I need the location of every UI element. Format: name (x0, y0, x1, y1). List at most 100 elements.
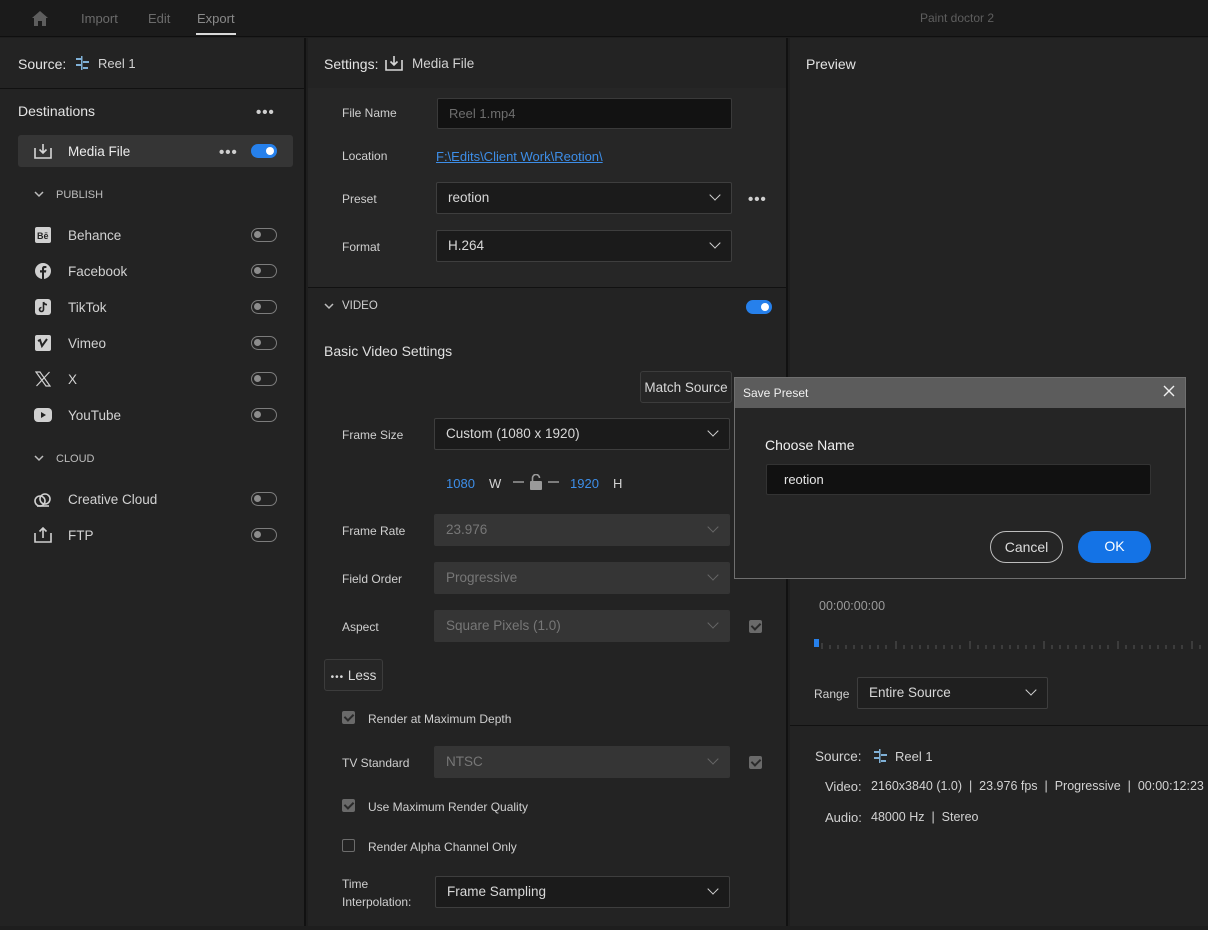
home-icon[interactable] (31, 10, 49, 27)
behance-label: Behance (68, 228, 122, 243)
behance-toggle[interactable] (251, 228, 277, 242)
tab-edit[interactable]: Edit (148, 11, 170, 26)
more-icon[interactable]: ••• (256, 104, 275, 121)
frame-size-label: Frame Size (342, 428, 404, 442)
save-preset-dialog: Save Preset Choose Name reotion Cancel O… (734, 377, 1186, 579)
ok-button[interactable]: OK (1078, 531, 1151, 563)
file-name-label: File Name (342, 106, 397, 120)
aspect-match-checkbox[interactable] (749, 620, 762, 633)
location-link[interactable]: F:\Edits\Client Work\Reotion\ (436, 149, 603, 164)
aspect-select[interactable]: Square Pixels (1.0) (434, 610, 730, 642)
project-title: Paint doctor 2 (920, 11, 995, 25)
media-file-more-icon[interactable]: ••• (219, 144, 238, 161)
x-label: X (68, 372, 78, 387)
chevron-down-icon[interactable] (34, 453, 44, 463)
tiktok-label: TikTok (68, 300, 107, 315)
chevron-down-icon (707, 569, 719, 581)
video-section-title: VIDEO (342, 300, 378, 312)
divider (308, 287, 786, 288)
chevron-down-icon[interactable] (324, 301, 334, 311)
export-icon (385, 56, 403, 71)
field-order-select[interactable]: Progressive (434, 562, 730, 594)
tv-standard-value: NTSC (446, 754, 483, 769)
time-interpolation-select[interactable]: Frame Sampling (435, 876, 730, 908)
preview-source-label: Source: (815, 749, 862, 764)
max-render-quality-checkbox[interactable] (342, 799, 355, 812)
chevron-down-icon (707, 617, 719, 629)
frame-rate-value: 23.976 (446, 522, 488, 537)
sequence-icon (874, 749, 887, 763)
height-value[interactable]: 1920 (570, 476, 599, 491)
close-icon[interactable] (1162, 384, 1176, 398)
format-select[interactable]: H.264 (436, 230, 732, 262)
less-button[interactable]: ••• Less (324, 659, 383, 691)
time-interpolation-label-line1: Time (342, 877, 369, 891)
behance-icon: Bē (35, 227, 51, 243)
source-name: Reel 1 (98, 56, 136, 71)
tv-standard-select[interactable]: NTSC (434, 746, 730, 778)
tiktok-toggle[interactable] (251, 300, 277, 314)
chevron-down-icon (707, 883, 719, 895)
source-label: Source: (18, 56, 67, 72)
export-icon (34, 144, 52, 159)
frame-size-select[interactable]: Custom (1080 x 1920) (434, 418, 730, 450)
chevron-down-icon[interactable] (34, 189, 44, 199)
frame-rate-select[interactable]: 23.976 (434, 514, 730, 546)
vimeo-toggle[interactable] (251, 336, 277, 350)
file-name-input[interactable]: Reel 1.mp4 (437, 98, 732, 129)
frame-rate-label: Frame Rate (342, 524, 406, 538)
tab-import[interactable]: Import (81, 11, 118, 26)
tv-standard-match-checkbox[interactable] (749, 756, 762, 769)
preview-source-name: Reel 1 (895, 749, 933, 764)
video-info-value: 2160x3840 (1.0) | 23.976 fps | Progressi… (871, 779, 1204, 793)
facebook-icon (35, 263, 51, 279)
cancel-button[interactable]: Cancel (990, 531, 1063, 563)
chevron-down-icon (709, 237, 721, 249)
x-icon (35, 371, 51, 387)
time-interpolation-label-line2: Interpolation: (342, 895, 412, 909)
chevron-down-icon (1025, 684, 1037, 696)
render-max-depth-checkbox[interactable] (342, 711, 355, 724)
preset-more-icon[interactable]: ••• (748, 191, 767, 208)
preset-label: Preset (342, 192, 377, 206)
match-source-button[interactable]: Match Source (640, 371, 732, 403)
svg-text:Bē: Bē (37, 231, 49, 241)
youtube-icon (34, 408, 52, 422)
preset-select[interactable]: reotion (436, 182, 732, 214)
facebook-toggle[interactable] (251, 264, 277, 278)
tab-export[interactable]: Export (197, 11, 235, 26)
x-toggle[interactable] (251, 372, 277, 386)
divider (0, 88, 304, 89)
width-unit-label: W (489, 476, 502, 491)
time-interpolation-value: Frame Sampling (447, 884, 547, 899)
media-file-toggle[interactable] (251, 144, 277, 158)
render-alpha-label: Render Alpha Channel Only (368, 840, 517, 854)
video-toggle[interactable] (746, 300, 772, 314)
youtube-toggle[interactable] (251, 408, 277, 422)
destinations-title: Destinations (18, 103, 96, 119)
sequence-icon (76, 56, 89, 70)
dialog-title: Save Preset (743, 386, 809, 400)
chevron-down-icon (707, 753, 719, 765)
audio-info-value: 48000 Hz | Stereo (871, 810, 979, 824)
max-render-quality-label: Use Maximum Render Quality (368, 800, 529, 814)
range-select[interactable]: Entire Source (857, 677, 1048, 709)
timeline-scrubber[interactable] (814, 633, 1208, 651)
ftp-toggle[interactable] (251, 528, 277, 542)
creative-cloud-toggle[interactable] (251, 492, 277, 506)
tiktok-icon (35, 299, 51, 315)
height-unit-label: H (613, 476, 623, 491)
lock-aspect-icon[interactable] (512, 474, 560, 492)
aspect-label: Aspect (342, 620, 379, 634)
settings-target: Media File (412, 56, 475, 71)
preset-name-input[interactable]: reotion (766, 464, 1151, 495)
preview-title: Preview (806, 56, 856, 72)
range-value: Entire Source (869, 685, 951, 700)
format-value: H.264 (448, 238, 485, 253)
width-value[interactable]: 1080 (446, 476, 475, 491)
video-info-label: Video: (825, 779, 862, 794)
divider (790, 725, 1208, 726)
render-alpha-checkbox[interactable] (342, 839, 355, 852)
tv-standard-label: TV Standard (342, 756, 410, 770)
ftp-label: FTP (68, 528, 94, 543)
